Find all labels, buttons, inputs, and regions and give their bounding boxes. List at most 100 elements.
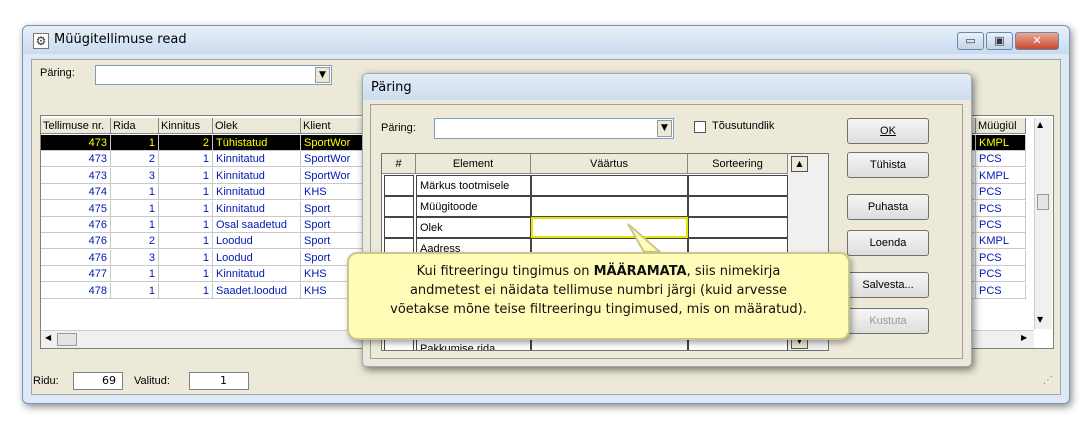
scroll-down-icon[interactable]: ▼: [1037, 315, 1043, 324]
chevron-down-icon[interactable]: ▼: [315, 67, 330, 83]
filter-row-number: [384, 196, 414, 217]
filter-column-value: Väärtus: [531, 154, 688, 174]
filter-row-number: [384, 217, 414, 238]
cell-confirm: 1: [159, 282, 213, 299]
filter-row-value[interactable]: [531, 196, 688, 217]
callout-text-1: Kui fitreeringu tingimus on: [416, 264, 594, 279]
dialog-query-combo[interactable]: ▼: [434, 118, 674, 139]
cell-sales-unit: KMPL: [976, 167, 1026, 184]
app-icon: ⚙: [33, 33, 49, 49]
cell-status: Kinnitatud: [213, 200, 301, 217]
scroll-right-icon[interactable]: ▶: [1021, 333, 1027, 342]
cell-client: SportWor: [301, 167, 363, 184]
cell-client: KHS: [301, 184, 363, 201]
cell-line: 1: [111, 200, 159, 217]
close-button[interactable]: ✕: [1015, 32, 1059, 50]
cell-confirm: 1: [159, 151, 213, 168]
dialog-query-label: Päring:: [381, 122, 416, 134]
cell-status: Saadet.loodud: [213, 282, 301, 299]
load-button[interactable]: Loenda: [847, 230, 929, 256]
filter-row-sort[interactable]: [688, 196, 788, 217]
callout-line-3: võetakse mõne teise filtreeringu tingimu…: [390, 302, 807, 317]
cell-line: 1: [111, 184, 159, 201]
help-callout: Kui fitreeringu tingimus on MÄÄRAMATA, s…: [347, 252, 850, 340]
column-header-status[interactable]: Olek: [213, 118, 301, 134]
cell-order-nr: 476: [41, 217, 111, 233]
column-header-line[interactable]: Rida: [111, 118, 159, 134]
title-bar[interactable]: ⚙ Müügitellimuse read ▭ ▣ ✕: [23, 26, 1069, 54]
cell-order-nr: 477: [41, 266, 111, 283]
minimize-button[interactable]: ▭: [957, 32, 984, 50]
column-header-confirm[interactable]: Kinnitus: [159, 118, 213, 134]
cell-sales-unit: PCS: [976, 266, 1026, 283]
cell-status: Loodud: [213, 233, 301, 250]
cell-line: 2: [111, 233, 159, 250]
cell-order-nr: 476: [41, 233, 111, 250]
maximize-button[interactable]: ▣: [986, 32, 1013, 50]
scrollbar-thumb[interactable]: [1037, 194, 1049, 210]
filter-row-value[interactable]: [531, 175, 688, 196]
cell-order-nr: 473: [41, 135, 111, 151]
cell-line: 3: [111, 249, 159, 266]
dialog-title: Päring: [371, 80, 412, 95]
cell-sales-unit: KMPL: [976, 233, 1026, 250]
chevron-down-icon[interactable]: ▼: [657, 120, 672, 137]
cell-status: Kinnitatud: [213, 266, 301, 283]
vertical-scrollbar[interactable]: ▲ ▼: [1034, 118, 1052, 329]
cell-confirm: 1: [159, 233, 213, 250]
cell-order-nr: 475: [41, 200, 111, 217]
filter-row-number: [384, 175, 414, 196]
cell-status: Osal saadetud: [213, 217, 301, 233]
cell-line: 1: [111, 217, 159, 233]
selected-count-value: 1: [189, 372, 249, 390]
filter-row-sort[interactable]: [688, 175, 788, 196]
rows-count-value: 69: [73, 372, 123, 390]
cell-sales-unit: KMPL: [976, 135, 1026, 151]
cell-order-nr: 473: [41, 151, 111, 168]
cell-confirm: 2: [159, 135, 213, 151]
status-bar: Ridu: 69 Valitud: 1 ⋰: [31, 369, 1061, 393]
delete-button[interactable]: Kustuta: [847, 308, 929, 334]
filter-row-element: Olek: [416, 217, 531, 238]
filter-row-sort[interactable]: [688, 217, 788, 238]
scroll-up-icon[interactable]: ▲: [791, 156, 808, 172]
cell-sales-unit: PCS: [976, 282, 1026, 299]
window-title: Müügitellimuse read: [54, 32, 187, 47]
cell-line: 1: [111, 282, 159, 299]
cell-sales-unit: PCS: [976, 200, 1026, 217]
cancel-button[interactable]: Tühista: [847, 152, 929, 178]
query-combo[interactable]: ▼: [95, 65, 332, 85]
ok-label: OK: [880, 125, 896, 137]
save-button[interactable]: Salvesta...: [847, 272, 929, 298]
cell-sales-unit: PCS: [976, 249, 1026, 266]
scroll-left-icon[interactable]: ◀: [45, 333, 51, 342]
cell-client: SportWor: [301, 135, 363, 151]
column-header-order-nr[interactable]: Tellimuse nr.: [41, 118, 111, 134]
cell-order-nr: 478: [41, 282, 111, 299]
dialog-title-bar[interactable]: Päring: [363, 74, 971, 100]
cell-status: Loodud: [213, 249, 301, 266]
cell-client: Sport: [301, 217, 363, 233]
resize-grip-icon[interactable]: ⋰: [1043, 375, 1053, 386]
hscrollbar-thumb[interactable]: [57, 333, 77, 346]
cell-line: 3: [111, 167, 159, 184]
column-header-sales-unit[interactable]: Müügiül: [976, 118, 1026, 134]
cell-client: SportWor: [301, 151, 363, 168]
ascending-label: Tõusutundlik: [712, 120, 775, 132]
callout-line-1: Kui fitreeringu tingimus on MÄÄRAMATA, s…: [349, 262, 848, 281]
query-label: Päring:: [40, 67, 75, 79]
cell-order-nr: 476: [41, 249, 111, 266]
ascending-checkbox[interactable]: [694, 121, 706, 133]
column-header-client[interactable]: Klient: [301, 118, 363, 134]
clear-button[interactable]: Puhasta: [847, 194, 929, 220]
cell-client: Sport: [301, 233, 363, 250]
cell-confirm: 1: [159, 200, 213, 217]
filter-column-number: #: [382, 154, 416, 174]
ok-button[interactable]: OK: [847, 118, 929, 144]
rows-count-label: Ridu:: [33, 375, 59, 387]
cell-sales-unit: PCS: [976, 184, 1026, 201]
scroll-up-icon[interactable]: ▲: [1037, 120, 1043, 129]
cell-sales-unit: PCS: [976, 151, 1026, 168]
filter-row-element: Müügitoode: [416, 196, 531, 217]
cell-status: Tühistatud: [213, 135, 301, 151]
